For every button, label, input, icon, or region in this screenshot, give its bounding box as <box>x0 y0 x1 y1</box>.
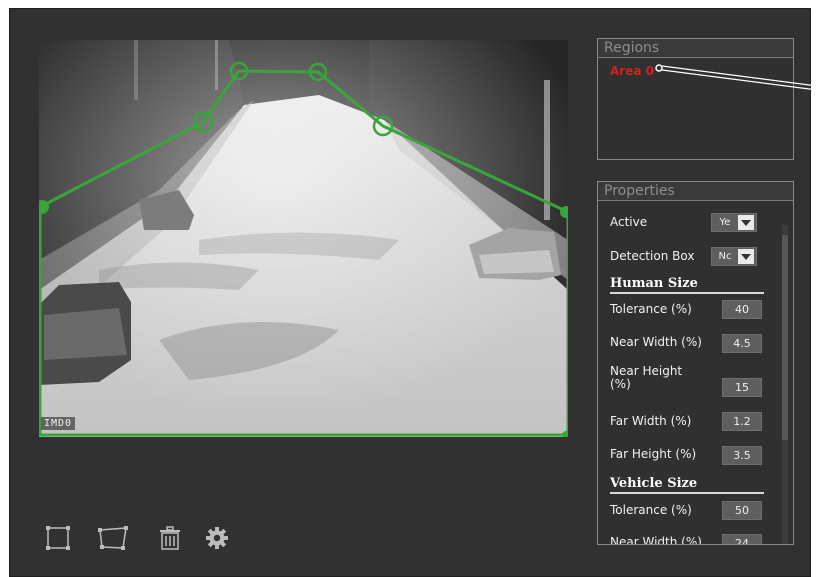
delete-region-button[interactable] <box>155 523 185 553</box>
regions-panel-title: Regions <box>598 39 793 58</box>
human-near-width-input[interactable]: 4.5 <box>722 334 762 353</box>
human-tolerance-label: Tolerance (%) <box>610 302 692 316</box>
properties-panel-title: Properties <box>598 182 793 201</box>
vehicle-size-heading: Vehicle Size <box>610 476 764 494</box>
polygon-region-icon <box>98 526 128 550</box>
human-far-width-input[interactable]: 1.2 <box>722 412 762 431</box>
properties-scrollbar[interactable] <box>782 225 788 544</box>
active-select[interactable]: Ye <box>711 213 757 232</box>
delete-icon <box>160 526 180 550</box>
vehicle-tolerance-input[interactable]: 50 <box>722 501 762 520</box>
vehicle-tolerance-label: Tolerance (%) <box>610 503 692 517</box>
camera-frame <box>39 40 568 437</box>
add-rectangle-region-button[interactable] <box>43 523 73 553</box>
human-far-height-input[interactable]: 3.5 <box>722 446 762 465</box>
chevron-down-icon[interactable] <box>738 249 754 264</box>
scrollbar-thumb[interactable] <box>782 235 788 440</box>
detection-box-label: Detection Box <box>610 249 695 263</box>
camera-overlay-label: IMD0 <box>41 417 76 430</box>
human-size-heading: Human Size <box>610 276 764 294</box>
camera-view[interactable] <box>39 40 568 437</box>
properties-list: Active Ye Detection Box Nc Human Size To… <box>598 201 793 544</box>
human-far-width-label: Far Width (%) <box>610 414 692 428</box>
callout-pointer <box>655 64 817 91</box>
chevron-down-icon[interactable] <box>738 215 754 230</box>
human-near-width-label: Near Width (%) <box>610 335 702 349</box>
detection-box-select[interactable]: Nc <box>711 247 757 266</box>
settings-button[interactable] <box>202 523 232 553</box>
region-item-area-0[interactable]: Area 0 <box>610 64 654 78</box>
human-far-height-label: Far Height (%) <box>610 447 697 461</box>
human-near-height-input[interactable]: 15 <box>722 378 762 397</box>
vehicle-near-width-label: Near Width (%) <box>610 535 702 544</box>
vehicle-near-width-input[interactable]: 24 <box>722 534 762 544</box>
settings-gear-icon <box>206 527 228 549</box>
active-label: Active <box>610 215 648 229</box>
detection-box-select-value: Nc <box>718 251 732 262</box>
properties-panel: Properties Active Ye Detection Box Nc Hu… <box>597 181 794 545</box>
rectangle-region-icon <box>46 526 70 550</box>
add-polygon-region-button[interactable] <box>95 523 131 553</box>
human-tolerance-input[interactable]: 40 <box>722 300 762 319</box>
active-select-value: Ye <box>719 217 731 228</box>
human-near-height-label: Near Height (%) <box>610 364 683 391</box>
